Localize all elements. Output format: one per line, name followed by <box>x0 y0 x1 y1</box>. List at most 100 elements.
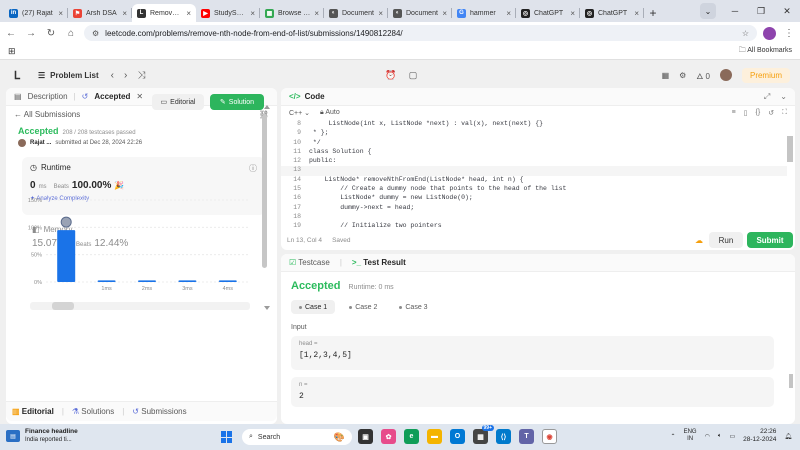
notes-icon[interactable]: ▢ <box>406 68 420 82</box>
browser-tab[interactable]: ◎ ChatGPT × <box>516 4 580 22</box>
copilot-icon[interactable]: ✿ <box>381 429 396 444</box>
case-tab[interactable]: Case 3 <box>391 300 435 314</box>
close-tab-icon[interactable]: × <box>186 9 191 18</box>
leetcode-logo-icon[interactable]: ᒪ <box>10 68 24 82</box>
close-tab-icon[interactable]: × <box>634 9 639 18</box>
cloud-upload-icon[interactable]: ☁ <box>695 236 703 245</box>
clock[interactable]: 22:26 28-12-2024 <box>743 428 776 444</box>
scroll-up-arrow[interactable] <box>264 105 270 109</box>
vscode-icon[interactable]: ⟨⟩ <box>496 429 511 444</box>
submitter-name[interactable]: Rajat ... <box>30 140 51 146</box>
editorial-button[interactable]: ▭ Editorial <box>152 94 204 110</box>
edge-icon[interactable]: e <box>404 429 419 444</box>
reset-icon[interactable]: ↺ <box>768 109 774 117</box>
browser-tab[interactable]: in (27) Rajat × <box>4 4 68 22</box>
teams-icon[interactable]: T <box>519 429 534 444</box>
code-line[interactable]: 16 ListNode* dummy = new ListNode(0); <box>281 194 787 203</box>
browser-menu-icon[interactable]: ⋮ <box>782 28 796 39</box>
file-explorer-icon[interactable]: ▬ <box>427 429 442 444</box>
code-line[interactable]: 18 <box>281 213 787 222</box>
auto-toggle[interactable]: 🔒︎ Auto <box>320 109 340 117</box>
settings-gear-icon[interactable]: ⚙ <box>679 71 686 80</box>
chart-bar[interactable] <box>178 280 197 282</box>
reload-icon[interactable]: ↻ <box>44 28 58 39</box>
collapse-icon[interactable]: ⌄ <box>780 92 787 102</box>
store-icon[interactable]: ▦ 99+ <box>473 425 494 444</box>
tab-test-result[interactable]: >_ Test Result <box>352 258 406 267</box>
code-line[interactable]: 13 <box>281 166 787 176</box>
browser-tab[interactable]: ▶ StudySync × <box>196 4 260 22</box>
bookmark-star-icon[interactable]: ☆ <box>742 29 749 38</box>
bookmark-icon[interactable]: ▯ <box>744 109 748 117</box>
tab-testcase[interactable]: ☑ Testcase <box>289 258 330 267</box>
code-line[interactable]: 19 // Initialize two pointers <box>281 222 787 230</box>
user-avatar[interactable] <box>719 69 732 81</box>
expand-icon[interactable]: ⤢ <box>764 92 770 102</box>
new-tab-button[interactable]: + <box>644 4 662 22</box>
browser-tab[interactable]: ⚑ Arsh DSA × <box>68 4 132 22</box>
submit-button[interactable]: Submit <box>747 232 793 248</box>
tab-search-icon[interactable]: ⌄ <box>700 3 716 19</box>
minimize-icon[interactable]: ─ <box>722 0 748 22</box>
code-line[interactable]: 11 class Solution { <box>281 148 787 157</box>
fullscreen-icon[interactable]: ⛶ <box>782 109 787 117</box>
test-scrollbar[interactable] <box>789 374 793 388</box>
task-view-icon[interactable]: ▣ <box>358 429 373 444</box>
browser-tab[interactable]: ◎ ChatGPT × <box>580 4 644 22</box>
close-tab-icon[interactable]: × <box>58 9 63 18</box>
chart-bar[interactable] <box>218 280 237 282</box>
next-problem-icon[interactable]: › <box>124 70 127 81</box>
debugger-icon[interactable]: ⏰ <box>384 68 398 82</box>
browser-tab[interactable]: L Remove N × <box>132 4 196 22</box>
browser-tab[interactable]: ▦ Browse Fu × <box>260 4 324 22</box>
browser-tab[interactable]: ◐ Document × <box>324 4 388 22</box>
outlook-icon[interactable]: O <box>450 429 465 444</box>
close-tab-icon[interactable]: × <box>506 9 511 18</box>
problem-list-button[interactable]: ☰ Problem List <box>38 71 99 80</box>
apps-grid-icon[interactable]: ⊞ <box>8 46 16 57</box>
case-tab[interactable]: Case 2 <box>341 300 385 314</box>
language-select[interactable]: C++ ⌄ <box>289 109 310 117</box>
menu-lines-icon[interactable]: ≡ <box>732 109 736 117</box>
code-line[interactable]: 14 ListNode* removeNthFromEnd(ListNode* … <box>281 176 787 185</box>
chrome-icon[interactable]: ◉ <box>542 429 557 444</box>
battery-icon[interactable]: ▭ <box>729 433 735 440</box>
chart-range-handle[interactable] <box>52 302 74 310</box>
tab-accepted[interactable]: Accepted <box>94 92 130 101</box>
volume-icon[interactable]: 🔈︎ <box>718 433 722 440</box>
tray-overflow-icon[interactable]: ⌃ <box>671 433 676 440</box>
code-editor[interactable]: 8 ListNode(int x, ListNode *next) : val(… <box>281 120 787 230</box>
tab-solutions[interactable]: ⚗ Solutions <box>72 407 114 416</box>
taskbar-search[interactable]: ⌕ Search 🎨 <box>242 429 352 445</box>
tab-submissions[interactable]: ↺ Submissions <box>132 407 186 416</box>
tab-description[interactable]: Description <box>28 92 68 101</box>
premium-button[interactable]: Premium <box>741 67 790 83</box>
close-tab-icon[interactable]: × <box>122 9 127 18</box>
left-panel-scrollbar[interactable] <box>262 114 267 268</box>
close-tab-icon[interactable]: ✕ <box>136 92 143 101</box>
layout-grid-icon[interactable]: ▦ <box>662 71 670 80</box>
case-tab[interactable]: Case 1 <box>291 300 336 314</box>
info-icon[interactable]: ⓘ <box>249 163 257 174</box>
language-indicator[interactable]: ENG IN <box>684 429 697 443</box>
code-line[interactable]: 17 dummy->next = head; <box>281 204 787 213</box>
streak-counter[interactable]: 🜂 0 <box>696 67 710 84</box>
browser-tab[interactable]: ◐ Document × <box>388 4 452 22</box>
chart-bar[interactable] <box>97 280 116 282</box>
url-omnibox[interactable]: ⚙ leetcode.com/problems/remove-nth-node-… <box>84 25 757 41</box>
code-line[interactable]: 8 ListNode(int x, ListNode *next) : val(… <box>281 120 787 129</box>
all-submissions-link[interactable]: ← All Submissions <box>14 110 80 119</box>
format-braces-icon[interactable]: {} <box>756 109 761 117</box>
wifi-icon[interactable]: ◠ <box>705 433 710 440</box>
code-line[interactable]: 15 // Create a dummy node that points to… <box>281 185 787 194</box>
chart-bar[interactable] <box>57 230 76 282</box>
chart-bar[interactable] <box>138 280 156 282</box>
close-tab-icon[interactable]: × <box>570 9 575 18</box>
windows-start-icon[interactable] <box>221 431 233 443</box>
code-line[interactable]: 9 * }; <box>281 129 787 138</box>
browser-tab[interactable]: Ghammer × <box>452 4 516 22</box>
close-tab-icon[interactable]: × <box>442 9 447 18</box>
close-tab-icon[interactable]: × <box>314 9 319 18</box>
maximize-icon[interactable]: ❐ <box>748 0 774 22</box>
prev-problem-icon[interactable]: ‹ <box>111 70 114 81</box>
